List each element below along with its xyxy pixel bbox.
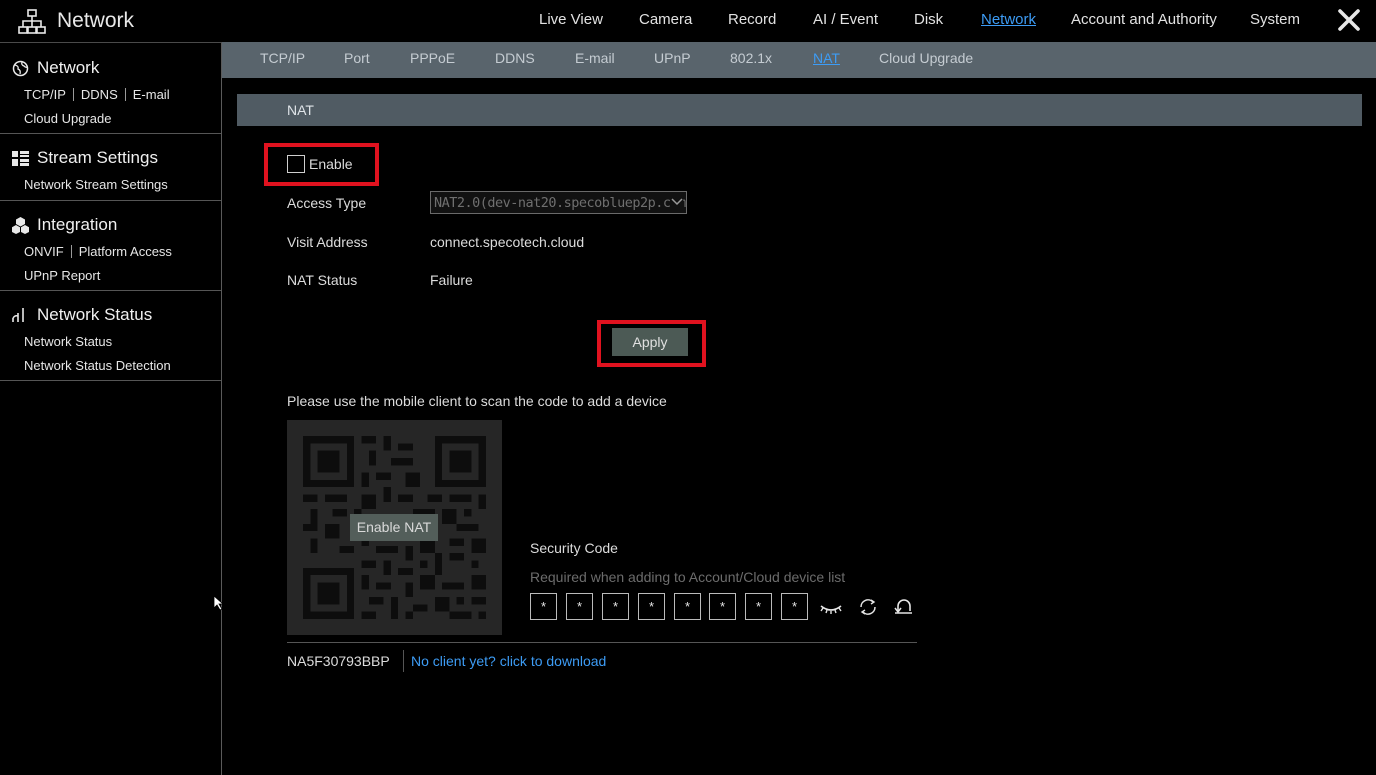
security-code-digit: * [674,593,701,620]
sidebar-item-onvif[interactable]: ONVIF [24,244,64,259]
scan-instruction: Please use the mobile client to scan the… [287,393,667,409]
sidebar-item-cloud-upgrade[interactable]: Cloud Upgrade [24,111,111,126]
globe-icon [12,60,29,76]
visit-address-value: connect.specotech.cloud [430,234,585,250]
visit-address-label: Visit Address [287,234,368,250]
sidebar-item-network-status[interactable]: Network Status [24,334,112,349]
nav-account-authority[interactable]: Account and Authority [1071,11,1217,28]
security-code-digit: * [638,593,665,620]
sidebar-item-platform-access[interactable]: Platform Access [79,244,172,259]
security-code-hint: Required when adding to Account/Cloud de… [530,569,846,585]
tab-pppoe[interactable]: PPPoE [410,50,455,66]
access-type-label: Access Type [287,195,367,211]
nat-status-value: Failure [430,272,473,288]
separator [70,245,72,258]
sidebar-title-integration: Integration [37,215,118,234]
enable-nat-button[interactable]: Enable NAT [350,514,438,541]
sidebar: Network TCP/IP DDNS E-mail Cloud Upgrade S… [0,42,222,775]
top-bar: Network Live View Camera Record AI / Eve… [0,0,1376,42]
nav-network[interactable]: Network [981,11,1036,28]
mouse-cursor-icon [213,595,225,611]
nat-status-label: NAT Status [287,272,358,288]
tab-cloud-upgrade[interactable]: Cloud Upgrade [879,50,973,66]
sidebar-row: Network Status Detection [24,358,171,373]
security-code-digit: * [745,593,772,620]
nav-camera[interactable]: Camera [639,11,692,28]
sidebar-heading-integration[interactable]: Integration [12,215,117,235]
security-code-digit: * [781,593,808,620]
sidebar-item-upnp-report[interactable]: UPnP Report [24,268,100,283]
tab-tcpip[interactable]: TCP/IP [260,50,305,66]
tab-8021x[interactable]: 802.1x [730,50,772,66]
tab-port[interactable]: Port [344,50,370,66]
nav-record[interactable]: Record [728,11,776,28]
sidebar-item-ddns[interactable]: DDNS [81,87,118,102]
sidebar-section-network: Network TCP/IP DDNS E-mail Cloud Upgrade [0,43,221,134]
sidebar-row: TCP/IP DDNS E-mail [24,87,170,102]
sidebar-section-stream-settings: Stream Settings Network Stream Settings [0,134,221,201]
enable-checkbox[interactable] [287,155,305,173]
panel-title: NAT [287,102,314,118]
sidebar-heading-stream-settings[interactable]: Stream Settings [12,148,158,168]
security-code-digit: * [709,593,736,620]
close-icon[interactable] [1337,7,1361,33]
sidebar-row: Network Stream Settings [24,177,168,192]
tab-ddns[interactable]: DDNS [495,50,535,66]
enable-label[interactable]: Enable [309,156,353,172]
security-code-label: Security Code [530,540,618,556]
access-type-select[interactable]: NAT2.0(dev-nat20.specobluep2p.com) [430,191,687,214]
app-title: Network [57,9,135,32]
eye-closed-icon[interactable] [820,597,842,617]
security-code-digit: * [530,593,557,620]
network-topology-icon [18,9,46,34]
divider [287,642,917,643]
separator [124,88,126,101]
nav-live-view[interactable]: Live View [539,11,603,28]
security-code-digit: * [602,593,629,620]
sidebar-row: Cloud Upgrade [24,111,111,126]
sidebar-title-network-status: Network Status [37,305,153,324]
sidebar-title-network: Network [37,58,100,77]
device-id: NA5F30793BBP [287,653,390,669]
nav-disk[interactable]: Disk [914,11,943,28]
access-type-value: NAT2.0(dev-nat20.specobluep2p.com) [434,195,687,211]
sidebar-row: ONVIF Platform Access [24,244,172,259]
undo-icon[interactable] [893,597,915,617]
sidebar-heading-network-status[interactable]: Network Status [12,305,152,325]
sidebar-title-stream-settings: Stream Settings [37,148,158,167]
security-code-digit: * [566,593,593,620]
download-client-link[interactable]: No client yet? click to download [411,653,606,669]
sidebar-item-network-status-detection[interactable]: Network Status Detection [24,358,171,373]
sidebar-section-network-status: Network Status Network Status Network St… [0,291,221,381]
sub-tab-bar: TCP/IP Port PPPoE DDNS E-mail UPnP 802.1… [222,42,1376,78]
separator [72,88,74,101]
sidebar-row: Network Status [24,334,112,349]
nav-ai-event[interactable]: AI / Event [813,11,878,28]
sidebar-row: UPnP Report [24,268,100,283]
nav-system[interactable]: System [1250,11,1300,28]
tab-upnp[interactable]: UPnP [654,50,691,66]
separator [403,650,404,672]
signal-bars-icon [12,307,24,322]
panel-header: NAT [237,94,1362,126]
tab-nat[interactable]: NAT [813,50,840,66]
sidebar-heading-network[interactable]: Network [12,58,99,78]
sidebar-item-email[interactable]: E-mail [133,87,170,102]
sidebar-section-integration: Integration ONVIF Platform Access UPnP Re… [0,201,221,291]
chevron-down-icon [671,197,683,207]
grid-icon [12,150,29,166]
cubes-icon [12,216,29,234]
sidebar-item-tcpip[interactable]: TCP/IP [24,87,66,102]
tab-email[interactable]: E-mail [575,50,615,66]
refresh-icon[interactable] [857,597,879,617]
sidebar-item-network-stream-settings[interactable]: Network Stream Settings [24,177,168,192]
apply-button[interactable]: Apply [612,328,688,356]
